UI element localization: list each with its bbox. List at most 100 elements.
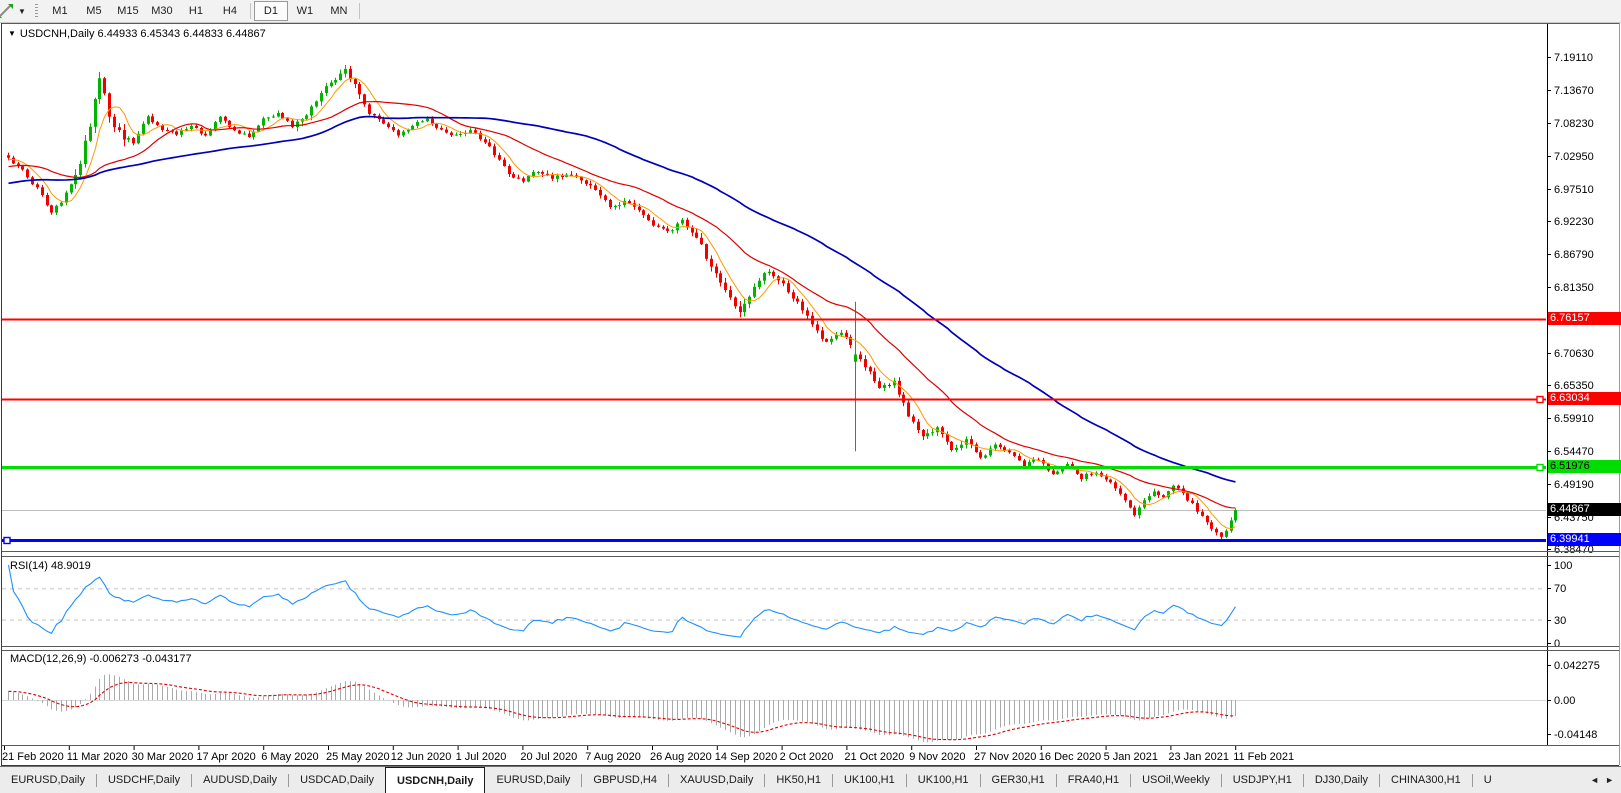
timeframe-button-m1[interactable]: M1 bbox=[43, 1, 77, 21]
date-axis-label: 20 Jul 2020 bbox=[520, 751, 577, 763]
date-axis-label: 11 Mar 2020 bbox=[67, 751, 128, 763]
toolbar-separator bbox=[250, 3, 251, 19]
macd-indicator-label: MACD(12,26,9) -0.006273 -0.043177 bbox=[10, 653, 192, 665]
date-axis-label: 30 Mar 2020 bbox=[132, 751, 194, 763]
tab-scroll-right-icon[interactable]: ► bbox=[1602, 775, 1617, 785]
price-tag-6.51976: 6.51976 bbox=[1548, 460, 1621, 473]
tab-hk50-h1[interactable]: HK50,H1 bbox=[765, 767, 832, 793]
price-axis-label: 6.49190 bbox=[1554, 479, 1594, 491]
rsi-axis-label: 100 bbox=[1554, 560, 1572, 572]
price-axis-label: 7.13670 bbox=[1554, 85, 1594, 97]
date-axis-label: 1 Jul 2020 bbox=[456, 751, 507, 763]
line-handle-6.39941[interactable] bbox=[4, 538, 10, 544]
date-axis-label: 5 Jan 2021 bbox=[1104, 751, 1158, 763]
rsi-line-series bbox=[9, 565, 1236, 637]
tab-ger30-h1[interactable]: GER30,H1 bbox=[981, 767, 1056, 793]
tab-scroll-arrows: ◄ ► bbox=[1583, 767, 1621, 792]
price-axis-label: 6.59910 bbox=[1554, 413, 1594, 425]
tab-china300-h1[interactable]: CHINA300,H1 bbox=[1380, 767, 1472, 793]
price-axis-label: 7.02950 bbox=[1554, 151, 1594, 163]
tab-uk100-h1[interactable]: UK100,H1 bbox=[833, 767, 906, 793]
chart-title-symbol: USDCNH,Daily bbox=[20, 28, 95, 40]
macd-axis-label: 0.042275 bbox=[1554, 660, 1600, 672]
date-axis-label: 26 Aug 2020 bbox=[650, 751, 712, 763]
current-price-tag: 6.44867 bbox=[1548, 503, 1621, 516]
chart-title-ohlc: 6.44933 6.45343 6.44833 6.44867 bbox=[98, 28, 266, 40]
tab-usoil-weekly[interactable]: USOil,Weekly bbox=[1131, 767, 1221, 793]
tab-xauusd-daily[interactable]: XAUUSD,Daily bbox=[669, 767, 764, 793]
date-axis-label: 12 Jun 2020 bbox=[391, 751, 452, 763]
chart-area[interactable]: 7.191107.136707.082307.029506.975106.922… bbox=[0, 23, 1621, 766]
symbol-dropdown-icon[interactable]: ▼ bbox=[8, 29, 16, 38]
tab-scroll-left-icon[interactable]: ◄ bbox=[1587, 775, 1602, 785]
date-axis-label: 23 Jan 2021 bbox=[1168, 751, 1229, 763]
horizontal-line-objects bbox=[2, 320, 1546, 544]
date-axis-label: 6 May 2020 bbox=[261, 751, 318, 763]
tab-eurusd-daily[interactable]: EURUSD,Daily bbox=[0, 767, 96, 793]
date-axis-label: 2 Oct 2020 bbox=[780, 751, 834, 763]
chart-tab-bar: EURUSD,DailyUSDCHF,DailyAUDUSD,DailyUSDC… bbox=[0, 766, 1621, 793]
macd-axis-label: 0.00 bbox=[1554, 695, 1575, 707]
line-handle-6.51976[interactable] bbox=[1537, 465, 1543, 471]
price-tag-6.63034: 6.63034 bbox=[1548, 392, 1621, 405]
timeframe-button-m15[interactable]: M15 bbox=[111, 1, 145, 21]
date-axis-label: 9 Nov 2020 bbox=[909, 751, 965, 763]
price-axis-label: 6.86790 bbox=[1554, 249, 1594, 261]
rsi-axis-label: 30 bbox=[1554, 615, 1566, 627]
date-axis-label: 14 Sep 2020 bbox=[715, 751, 777, 763]
timeframe-button-mn[interactable]: MN bbox=[322, 1, 356, 21]
price-tag-6.39941: 6.39941 bbox=[1548, 533, 1621, 546]
tab-gbpusd-h4[interactable]: GBPUSD,H4 bbox=[582, 767, 668, 793]
tab-uk100-h1[interactable]: UK100,H1 bbox=[907, 767, 980, 793]
rsi-axis-label: 70 bbox=[1554, 583, 1566, 595]
line-handle-6.63034[interactable] bbox=[1537, 397, 1543, 403]
tool-dropdown-icon[interactable]: ▼ bbox=[18, 7, 26, 16]
date-axis-label: 7 Aug 2020 bbox=[585, 751, 641, 763]
tab-usdcnh-daily[interactable]: USDCNH,Daily bbox=[385, 767, 485, 793]
ma-line-fast bbox=[9, 78, 1236, 529]
date-axis-label: 27 Nov 2020 bbox=[974, 751, 1036, 763]
toolbar-grip[interactable] bbox=[33, 3, 40, 19]
tab-fra40-h1[interactable]: FRA40,H1 bbox=[1057, 767, 1130, 793]
date-axis-label: 25 May 2020 bbox=[326, 751, 390, 763]
ma-line-slow bbox=[9, 117, 1236, 482]
tab-audusd-daily[interactable]: AUDUSD,Daily bbox=[192, 767, 288, 793]
tab-usdjpy-h1[interactable]: USDJPY,H1 bbox=[1222, 767, 1303, 793]
chart-canvas[interactable]: 7.191107.136707.082307.029506.975106.922… bbox=[0, 23, 1621, 766]
macd-axis-label: -0.04148 bbox=[1554, 729, 1597, 741]
chart-title: ▼ USDCNH,Daily 6.44933 6.45343 6.44833 6.… bbox=[8, 28, 266, 40]
timeframe-toolbar: ▼ M1M5M15M30H1H4 D1W1MN bbox=[0, 0, 1621, 23]
price-tag-6.76157: 6.76157 bbox=[1548, 312, 1621, 325]
toolbar-separator bbox=[359, 3, 360, 19]
timeframe-buttons: M1M5M15M30H1H4 D1W1MN bbox=[43, 1, 363, 21]
date-axis-label: 11 Feb 2021 bbox=[1233, 751, 1294, 763]
cursor-tool-icon[interactable] bbox=[0, 3, 16, 19]
timeframe-button-w1[interactable]: W1 bbox=[288, 1, 322, 21]
macd-histogram-series bbox=[9, 674, 1236, 742]
price-axis-label: 6.54470 bbox=[1554, 446, 1594, 458]
rsi-indicator-label: RSI(14) 48.9019 bbox=[10, 560, 91, 572]
tab-eurusd-daily[interactable]: EURUSD,Daily bbox=[485, 767, 581, 793]
date-axis-label: 21 Oct 2020 bbox=[844, 751, 904, 763]
moving-average-lines bbox=[9, 78, 1236, 529]
price-axis-label: 6.92230 bbox=[1554, 216, 1594, 228]
date-axis-label: 16 Dec 2020 bbox=[1039, 751, 1101, 763]
tab-u[interactable]: U bbox=[1473, 767, 1503, 793]
price-axis-label: 6.81350 bbox=[1554, 282, 1594, 294]
price-axis-label: 7.19110 bbox=[1554, 52, 1593, 64]
price-axis-label: 6.70630 bbox=[1554, 348, 1594, 360]
timeframe-button-m5[interactable]: M5 bbox=[77, 1, 111, 21]
timeframe-button-h1[interactable]: H1 bbox=[179, 1, 213, 21]
tab-usdcad-daily[interactable]: USDCAD,Daily bbox=[289, 767, 385, 793]
timeframe-button-m30[interactable]: M30 bbox=[145, 1, 179, 21]
tab-dj30-daily[interactable]: DJ30,Daily bbox=[1304, 767, 1379, 793]
ma-line-medium bbox=[9, 102, 1236, 508]
date-axis-label: 21 Feb 2020 bbox=[2, 751, 64, 763]
timeframe-button-h4[interactable]: H4 bbox=[213, 1, 247, 21]
price-axis-label: 7.08230 bbox=[1554, 118, 1594, 130]
price-axis-label: 6.65350 bbox=[1554, 380, 1594, 392]
timeframe-button-d1[interactable]: D1 bbox=[254, 1, 288, 21]
tab-usdchf-daily[interactable]: USDCHF,Daily bbox=[97, 767, 191, 793]
date-axis-label: 17 Apr 2020 bbox=[196, 751, 255, 763]
macd-signal-line bbox=[9, 682, 1236, 739]
